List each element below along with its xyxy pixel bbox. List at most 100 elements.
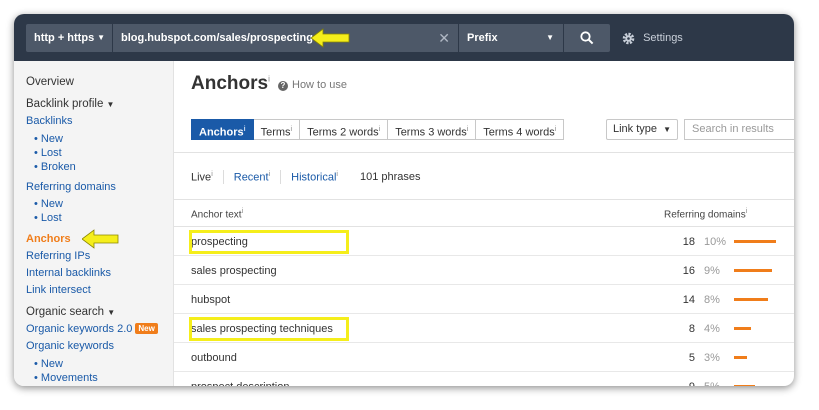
chevron-down-icon: ▼ bbox=[546, 33, 554, 42]
info-icon: i bbox=[243, 126, 246, 133]
chevron-down-icon: ▼ bbox=[663, 125, 671, 134]
sidebar-item-label: New bbox=[40, 358, 63, 370]
referring-domains-percent: 10% bbox=[704, 236, 727, 248]
sidebar-section-label: Organic search bbox=[26, 306, 104, 318]
sidebar-section-organic-search[interactable]: Organic search ▼ bbox=[26, 306, 115, 318]
sidebar-item-label: Organic keywords 2.0 bbox=[26, 323, 133, 335]
url-value: blog.hubspot.com/sales/prospecting bbox=[121, 32, 313, 44]
close-icon[interactable]: ✕ bbox=[438, 24, 450, 52]
sidebar-item-label: Movements bbox=[40, 372, 98, 384]
sidebar-item-referring-domains[interactable]: Referring domains bbox=[26, 181, 116, 193]
anchor-text[interactable]: prospect description bbox=[191, 381, 289, 386]
referring-domains-count[interactable]: 18 bbox=[644, 236, 695, 248]
sidebar-item-rd-lost[interactable]: • Lost bbox=[34, 212, 62, 224]
sidebar-item-backlinks-new[interactable]: • New bbox=[34, 133, 63, 145]
filter-bar: Livei Recenti Historicali 101 phrases bbox=[191, 170, 421, 184]
tab-terms-3-words[interactable]: Terms 3 wordsi bbox=[388, 119, 477, 140]
search-button[interactable] bbox=[564, 24, 610, 52]
tab-label: Terms 2 words bbox=[307, 126, 379, 139]
sidebar-item-ok-movements[interactable]: • Movements bbox=[34, 372, 98, 384]
tab-bar: Anchorsi Termsi Terms 2 wordsi Terms 3 w… bbox=[191, 119, 565, 140]
how-to-use-link[interactable]: ? How to use bbox=[278, 79, 347, 91]
sidebar-item-anchors[interactable]: Anchors bbox=[26, 233, 71, 245]
help-icon: ? bbox=[278, 81, 288, 91]
filter-historical[interactable]: Historicali bbox=[291, 171, 338, 184]
sidebar-item-ok-new[interactable]: • New bbox=[34, 358, 63, 370]
url-input[interactable]: blog.hubspot.com/sales/prospecting ✕ bbox=[113, 24, 458, 52]
tab-terms[interactable]: Termsi bbox=[253, 119, 301, 140]
new-badge: New bbox=[135, 323, 158, 334]
share-bar bbox=[734, 356, 747, 359]
share-bar bbox=[734, 385, 755, 386]
column-header-label: Anchor text bbox=[191, 209, 242, 221]
table-row: sales prospecting techniques 8 4% bbox=[174, 314, 794, 343]
referring-domains-count[interactable]: 8 bbox=[644, 323, 695, 335]
anchor-text[interactable]: hubspot bbox=[191, 294, 230, 306]
sidebar-item-label: Lost bbox=[40, 212, 62, 224]
tab-label: Terms bbox=[260, 126, 291, 139]
sidebar-item-link-intersect[interactable]: Link intersect bbox=[26, 284, 91, 296]
tab-anchors[interactable]: Anchorsi bbox=[191, 119, 254, 140]
chevron-down-icon: ▼ bbox=[106, 100, 115, 109]
filter-recent[interactable]: Recenti bbox=[234, 171, 270, 184]
table-row: prospecting 18 10% bbox=[174, 227, 794, 256]
sidebar-item-organic-keywords[interactable]: Organic keywords bbox=[26, 340, 114, 352]
sidebar-item-overview[interactable]: Overview bbox=[26, 76, 74, 88]
tab-label: Terms 4 words bbox=[483, 126, 555, 139]
anchor-text[interactable]: sales prospecting bbox=[191, 265, 277, 277]
sidebar-item-label: Lost bbox=[40, 147, 62, 159]
info-icon: i bbox=[554, 126, 557, 133]
filter-live[interactable]: Livei bbox=[191, 171, 213, 184]
link-type-label: Link type bbox=[613, 123, 658, 135]
table-row: hubspot 14 8% bbox=[174, 285, 794, 314]
sidebar-item-rd-new[interactable]: • New bbox=[34, 198, 63, 210]
page-title-text: Anchors bbox=[191, 73, 269, 94]
settings-button[interactable]: Settings bbox=[622, 24, 683, 52]
divider bbox=[280, 170, 282, 184]
table-row: prospect description 9 5% bbox=[174, 372, 794, 386]
sidebar-item-label: Broken bbox=[40, 161, 76, 173]
tab-label: Anchors bbox=[199, 126, 244, 139]
info-icon: i bbox=[745, 208, 748, 215]
share-bar bbox=[734, 240, 776, 243]
top-bar: http + https ▼ blog.hubspot.com/sales/pr… bbox=[14, 14, 794, 61]
search-icon bbox=[580, 31, 594, 45]
sidebar-item-internal-backlinks[interactable]: Internal backlinks bbox=[26, 267, 111, 279]
filter-label: Historical bbox=[291, 171, 337, 184]
referring-domains-percent: 8% bbox=[704, 294, 720, 306]
sidebar-item-referring-ips[interactable]: Referring IPs bbox=[26, 250, 90, 262]
anchor-text[interactable]: sales prospecting techniques bbox=[191, 323, 333, 335]
sidebar-item-backlinks[interactable]: Backlinks bbox=[26, 115, 72, 127]
anchor-text[interactable]: outbound bbox=[191, 352, 237, 364]
sidebar-item-backlinks-broken[interactable]: • Broken bbox=[34, 161, 76, 173]
column-header-referring-domains[interactable]: Referring domainsi bbox=[664, 208, 747, 220]
info-icon[interactable]: i bbox=[268, 75, 270, 84]
referring-domains-percent: 9% bbox=[704, 265, 720, 277]
arrow-pointer-icon bbox=[311, 28, 350, 48]
column-header-label: Referring domains bbox=[664, 209, 746, 221]
tab-terms-4-words[interactable]: Terms 4 wordsi bbox=[476, 119, 565, 140]
link-type-select[interactable]: Link type ▼ bbox=[606, 119, 678, 140]
mode-select[interactable]: Prefix ▼ bbox=[459, 24, 563, 52]
search-results-input[interactable]: Search in results bbox=[684, 119, 794, 140]
sidebar-item-organic-keywords-2[interactable]: Organic keywords 2.0 New bbox=[26, 323, 158, 335]
sidebar-item-backlinks-lost[interactable]: • Lost bbox=[34, 147, 62, 159]
column-header-anchor-text[interactable]: Anchor texti bbox=[191, 208, 243, 220]
sidebar-section-backlink-profile[interactable]: Backlink profile ▼ bbox=[26, 98, 114, 110]
protocol-select[interactable]: http + https ▼ bbox=[26, 24, 112, 52]
gear-icon bbox=[622, 32, 635, 44]
anchor-text[interactable]: prospecting bbox=[191, 236, 248, 248]
referring-domains-count[interactable]: 16 bbox=[644, 265, 695, 277]
settings-label: Settings bbox=[643, 32, 683, 44]
filter-label: Live bbox=[191, 171, 212, 184]
referring-domains-count[interactable]: 9 bbox=[644, 381, 695, 386]
referring-domains-count[interactable]: 5 bbox=[644, 352, 695, 364]
sidebar: Overview Backlink profile ▼ Backlinks • … bbox=[14, 61, 174, 386]
main-content: Anchorsi ? How to use Anchorsi Termsi Ter… bbox=[174, 61, 794, 386]
share-bar bbox=[734, 269, 772, 272]
phrase-count: 101 phrases bbox=[359, 171, 421, 183]
sidebar-section-label: Backlink profile bbox=[26, 98, 104, 110]
tab-terms-2-words[interactable]: Terms 2 wordsi bbox=[300, 119, 389, 140]
referring-domains-count[interactable]: 14 bbox=[644, 294, 695, 306]
referring-domains-percent: 4% bbox=[704, 323, 720, 335]
